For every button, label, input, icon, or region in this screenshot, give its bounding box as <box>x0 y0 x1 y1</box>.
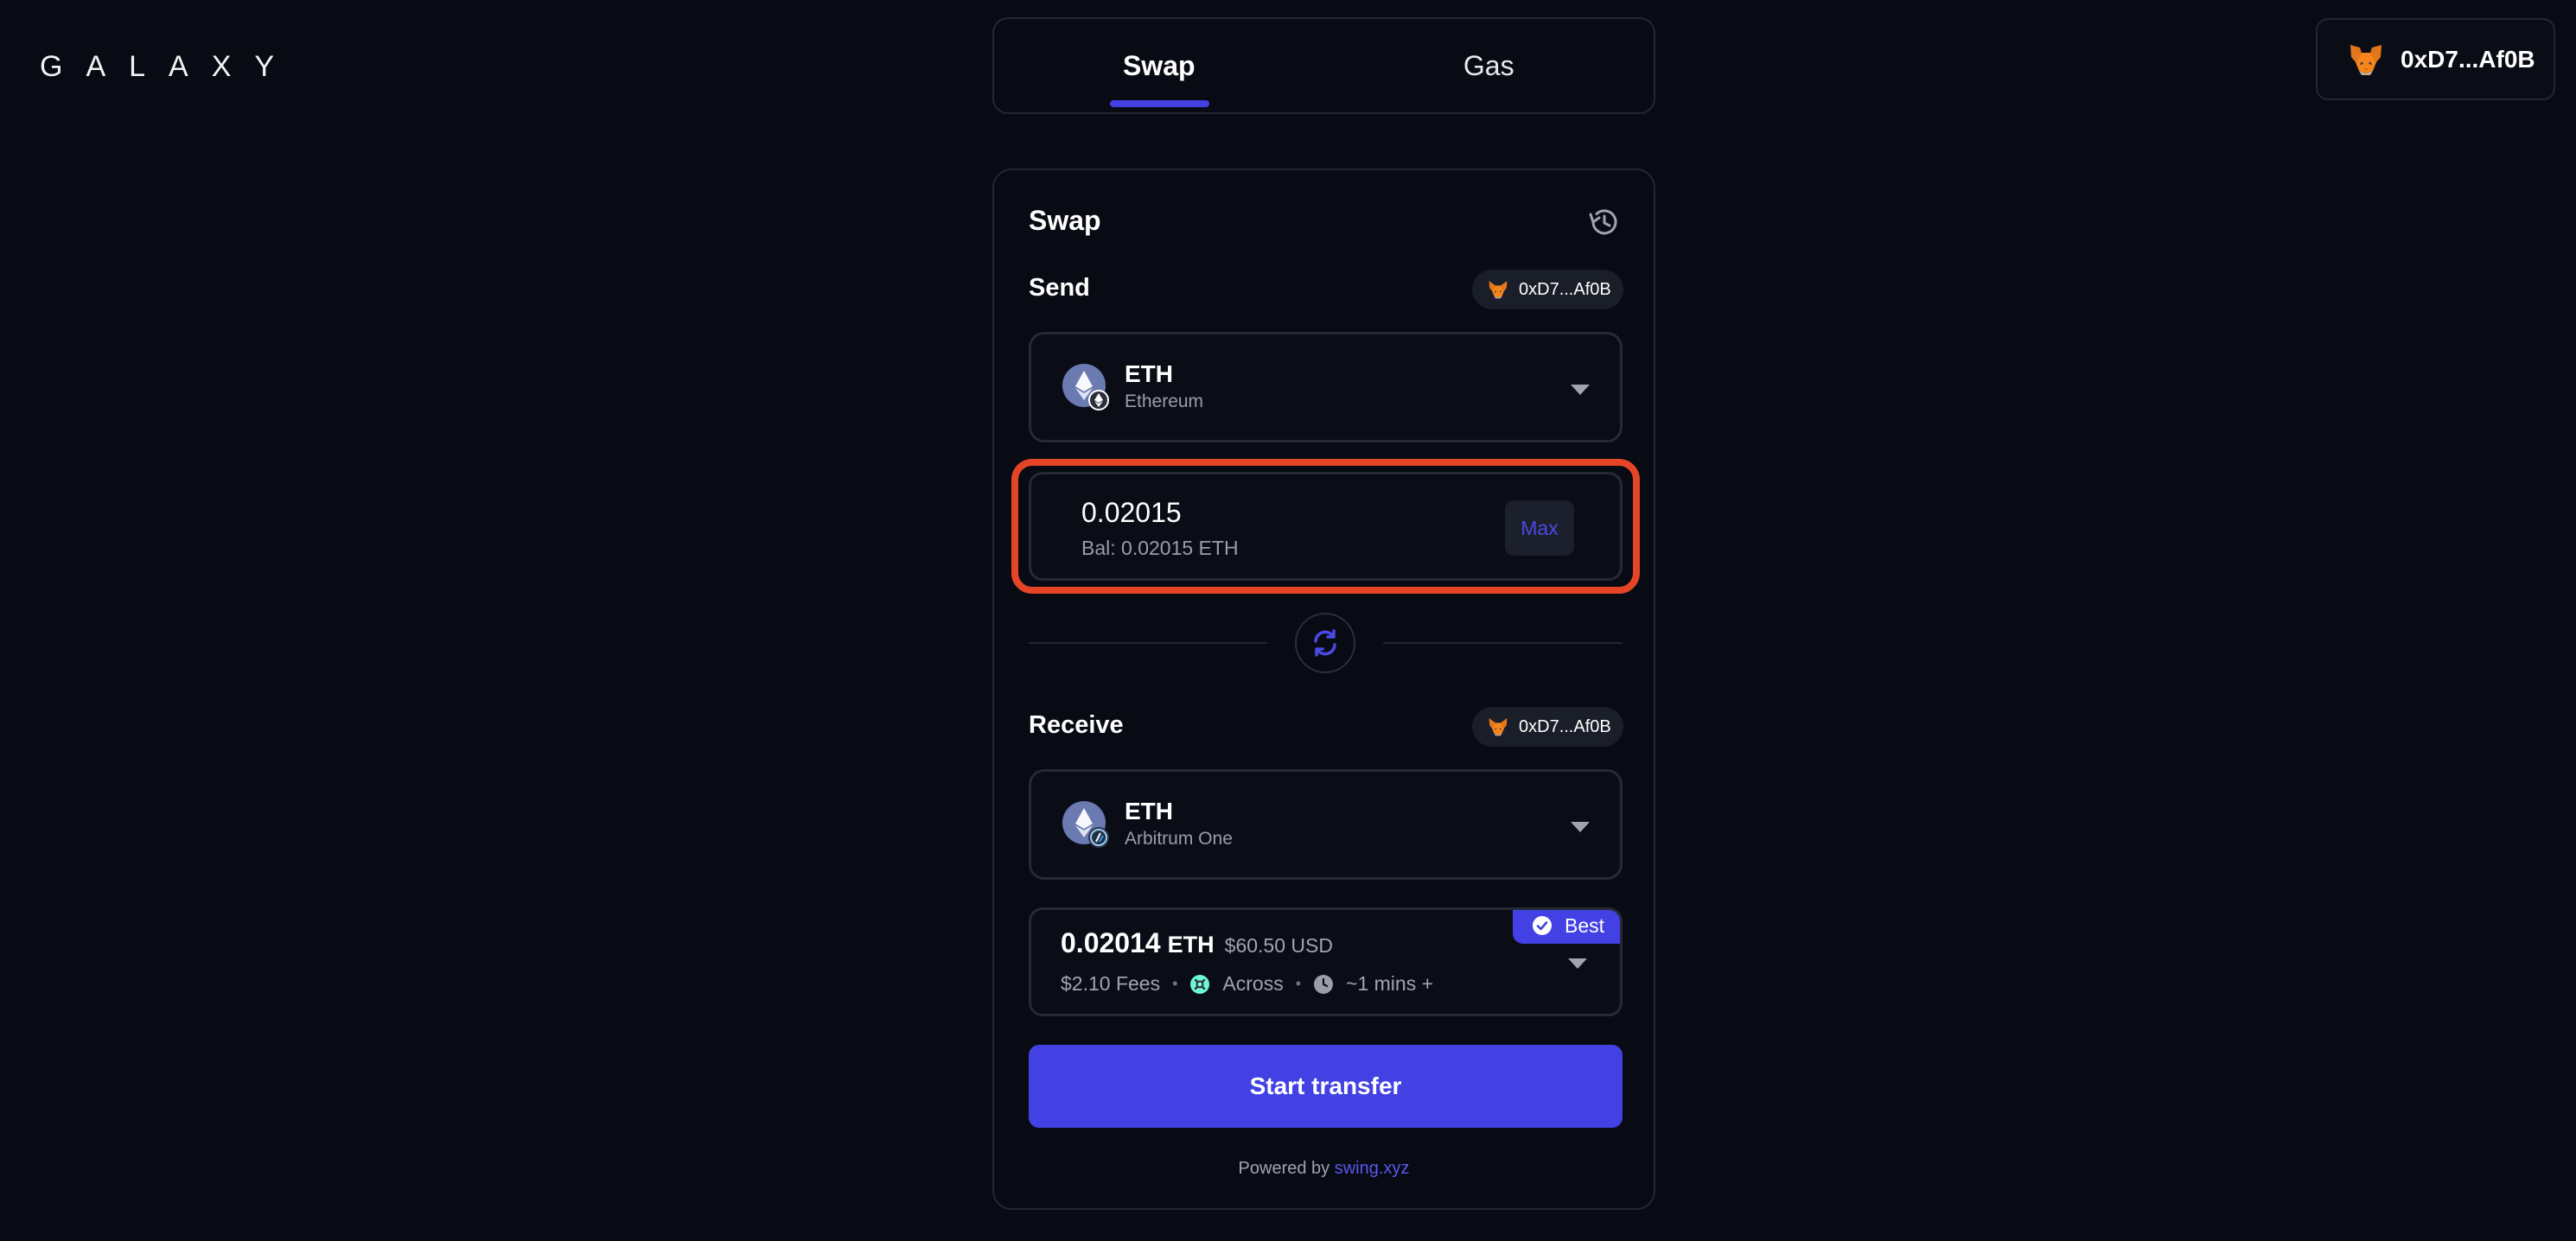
metamask-fox-icon <box>1489 718 1508 736</box>
wallet-connect-button[interactable]: 0xD7...Af0B <box>2316 18 2555 100</box>
tab-swap-label: Swap <box>1122 49 1196 81</box>
eth-token-icon <box>1062 801 1109 848</box>
swap-arrows-icon <box>1314 629 1336 657</box>
quote-unit: ETH <box>1167 932 1215 958</box>
route-quote[interactable]: Best 0.02014 ETH $60.50 USD $2.10 Fees •… <box>1029 907 1623 1016</box>
receive-address-text: 0xD7...Af0B <box>1519 716 1611 736</box>
send-token-name: ETH <box>1125 360 1173 387</box>
quote-fees: $2.10 Fees <box>1061 972 1161 995</box>
divider <box>1029 642 1267 644</box>
divider <box>1383 642 1623 644</box>
send-token-select[interactable]: ETH Ethereum <box>1029 332 1623 442</box>
send-amount-field[interactable]: 0.02015 Bal: 0.02015 ETH Max <box>1029 472 1623 581</box>
receive-label: Receive <box>1029 711 1124 739</box>
metamask-fox-icon <box>2350 44 2382 75</box>
active-tab-indicator <box>1110 100 1209 107</box>
tab-gas[interactable]: Gas <box>1324 19 1655 112</box>
swap-card-title: Swap <box>1029 205 1101 236</box>
quote-usd: $60.50 USD <box>1224 934 1333 957</box>
send-address-pill[interactable]: 0xD7...Af0B <box>1472 270 1623 309</box>
eth-token-icon <box>1062 364 1109 410</box>
switch-direction-button[interactable] <box>1295 613 1355 673</box>
quote-time: ~1 mins + <box>1346 972 1434 995</box>
powered-by-prefix: Powered by <box>1238 1159 1330 1178</box>
receive-token-select[interactable]: ETH Arbitrum One <box>1029 769 1623 880</box>
tab-swap[interactable]: Swap <box>994 19 1324 112</box>
receive-token-name: ETH <box>1125 798 1173 824</box>
galaxy-logo: GALAXY <box>40 50 298 83</box>
start-transfer-button[interactable]: Start transfer <box>1029 1045 1623 1128</box>
wallet-address: 0xD7...Af0B <box>2401 45 2535 73</box>
separator-dot: • <box>1172 975 1178 992</box>
quote-amount: 0.02014 <box>1061 927 1161 958</box>
history-icon[interactable] <box>1586 205 1621 239</box>
send-label: Send <box>1029 274 1090 302</box>
mode-tabs: Swap Gas <box>992 17 1655 114</box>
clock-icon <box>1314 974 1334 994</box>
send-amount-input[interactable]: 0.02015 <box>1081 497 1182 529</box>
receive-address-pill[interactable]: 0xD7...Af0B <box>1472 707 1623 747</box>
chevron-down-icon <box>1568 958 1587 969</box>
best-route-badge: Best <box>1513 910 1620 944</box>
send-chain-name: Ethereum <box>1125 391 1204 411</box>
receive-chain-name: Arbitrum One <box>1125 829 1233 849</box>
quote-bridge: Across <box>1222 972 1284 995</box>
check-circle-icon <box>1533 916 1552 935</box>
max-button[interactable]: Max <box>1505 500 1574 556</box>
swing-link[interactable]: swing.xyz <box>1335 1159 1410 1178</box>
powered-by: Powered by swing.xyz <box>994 1159 1654 1179</box>
separator-dot: • <box>1295 975 1302 992</box>
chevron-down-icon <box>1571 822 1590 832</box>
across-bridge-icon <box>1190 974 1210 994</box>
send-balance: Bal: 0.02015 ETH <box>1081 537 1239 559</box>
best-badge-label: Best <box>1565 913 1605 937</box>
send-address-text: 0xD7...Af0B <box>1519 279 1611 299</box>
swap-card: Swap Send 0xD7...Af0B ETH Ethereum 0.020… <box>992 169 1655 1210</box>
tab-gas-label: Gas <box>1463 49 1514 81</box>
metamask-fox-icon <box>1489 281 1508 299</box>
chevron-down-icon <box>1571 385 1590 395</box>
